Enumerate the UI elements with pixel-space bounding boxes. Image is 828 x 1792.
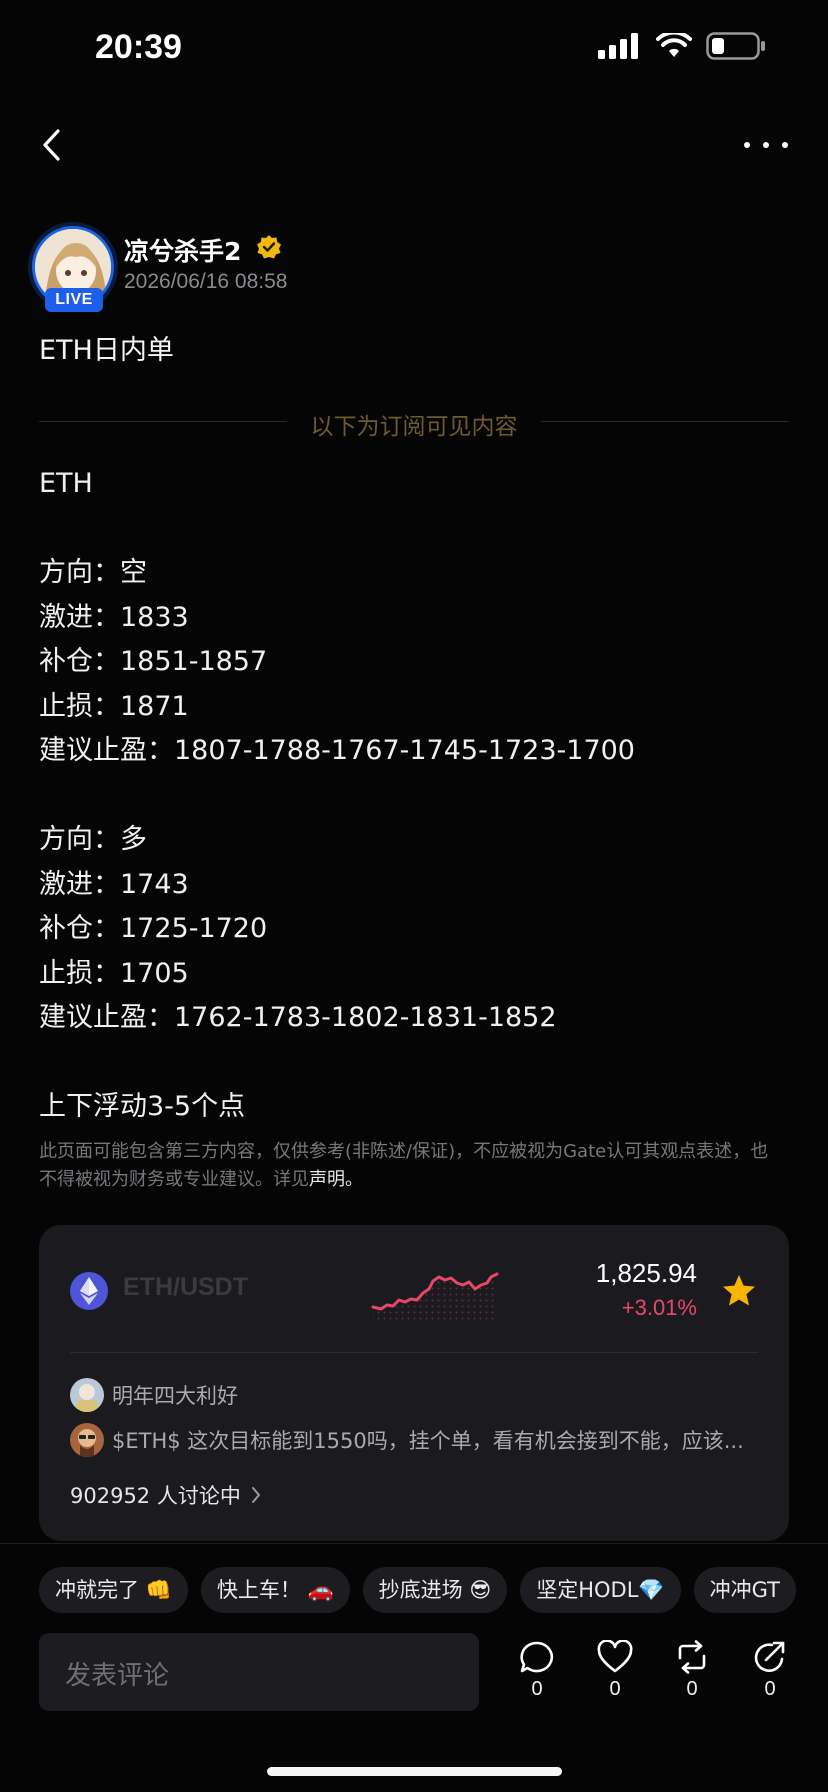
content-line: 上下浮动3-5个点: [39, 1091, 246, 1122]
comment-bubble-icon: [520, 1641, 554, 1673]
chevron-left-icon: [43, 129, 60, 161]
disclaimer-text: 此页面可能包含第三方内容，仅供参考(非陈述/保证)，不应被视为Gate认可其观点…: [39, 1141, 769, 1190]
wifi-icon: [656, 33, 692, 57]
content-line: 止损：1705: [39, 957, 189, 989]
quick-reply-chip[interactable]: 冲就完了 👊: [39, 1567, 188, 1613]
status-bar: 20:39: [0, 0, 828, 100]
content-line: 补仓：1725-1720: [39, 913, 268, 944]
repost-icon: [678, 1640, 706, 1674]
more-dot-icon: [744, 142, 750, 148]
user-avatar: [70, 1423, 104, 1457]
discussion-count: 902952 人讨论中: [70, 1484, 241, 1508]
quick-reply-chip[interactable]: 坚定HODL💎: [520, 1567, 681, 1613]
more-dot-icon: [763, 142, 769, 148]
more-options-button[interactable]: [744, 133, 788, 157]
discussion-user-row[interactable]: 明年四大利好: [70, 1378, 238, 1412]
quick-reply-chips: 冲就完了 👊 快上车！ 🚗 抄底进场 😎 坚定HODL💎 冲冲GT: [39, 1567, 828, 1613]
like-button[interactable]: 0: [590, 1640, 640, 1710]
share-icon: [754, 1641, 785, 1672]
repost-count: 0: [686, 1678, 698, 1700]
content-line: [39, 1041, 799, 1086]
status-time: 20:39: [95, 28, 182, 66]
content-line: [39, 507, 799, 552]
heart-icon: [597, 1640, 633, 1673]
post-timestamp: 2026/06/16 08:58: [124, 270, 288, 293]
back-button[interactable]: [36, 125, 66, 165]
chevron-right-icon: [251, 1487, 260, 1503]
eth-coin-icon: [70, 1272, 108, 1310]
price-change: +3.01%: [621, 1295, 697, 1320]
like-count: 0: [609, 1678, 621, 1700]
discussion-text: $ETH$ 这次目标能到1550吗，挂个单，看有机会接到不能，应该...: [112, 1429, 744, 1453]
quick-reply-chip[interactable]: 快上车！ 🚗: [200, 1567, 350, 1613]
comment-input[interactable]: 发表评论: [39, 1633, 479, 1711]
repost-button[interactable]: 0: [667, 1640, 717, 1710]
content-line: 补仓：1851-1857: [39, 646, 268, 677]
live-badge: LIVE: [45, 288, 103, 312]
content-line: 方向：多: [39, 824, 147, 855]
divider-line-right: [541, 421, 789, 422]
author-avatar[interactable]: LIVE: [28, 222, 118, 312]
home-indicator: [267, 1767, 562, 1776]
favorite-star-icon[interactable]: [721, 1273, 757, 1309]
quick-reply-chip[interactable]: 冲冲GT: [693, 1567, 796, 1613]
content-line: [39, 774, 799, 819]
content-line: 激进：1833: [39, 601, 189, 633]
author-name[interactable]: 凉兮杀手2: [124, 232, 241, 268]
signal-icon: [598, 33, 638, 59]
post-content: ETH 方向：空 激进：1833 补仓：1851-1857 止损：1871 建议…: [39, 462, 799, 1130]
price-sparkline: [371, 1272, 499, 1321]
disclaimer: 此页面可能包含第三方内容，仅供参考(非陈述/保证)，不应被视为Gate认可其观点…: [39, 1138, 779, 1194]
comment-button[interactable]: 0: [512, 1640, 562, 1710]
content-line: 方向：空: [39, 557, 147, 588]
market-card[interactable]: ETH/USDT 1,825.94 +3.01% 明年四大利好 $ETH$ 这次…: [39, 1225, 789, 1541]
post-title: ETH日内单: [39, 335, 174, 366]
user-avatar: [70, 1378, 104, 1412]
share-button[interactable]: 0: [745, 1640, 795, 1710]
verified-badge-icon: [257, 235, 281, 259]
discussion-count-link[interactable]: 902952 人讨论中: [70, 1480, 261, 1510]
battery-icon: [706, 32, 765, 60]
trading-pair: ETH/USDT: [123, 1273, 248, 1301]
share-count: 0: [764, 1678, 776, 1700]
comment-placeholder: 发表评论: [65, 1661, 170, 1691]
content-line: ETH: [39, 468, 93, 499]
subscription-divider: 以下为订阅可见内容: [39, 405, 789, 440]
content-line: 建议止盈：1807-1788-1767-1745-1723-1700: [39, 735, 635, 766]
comment-count: 0: [531, 1678, 543, 1700]
top-nav: [0, 115, 828, 175]
content-line: 激进：1743: [39, 868, 189, 900]
subscription-divider-text: 以下为订阅可见内容: [310, 414, 518, 440]
bottom-bar-divider: [0, 1543, 828, 1544]
price-value: 1,825.94: [595, 1258, 697, 1288]
content-line: 止损：1871: [39, 690, 189, 722]
disclaimer-link[interactable]: 声明。: [309, 1169, 363, 1190]
more-dot-icon: [782, 142, 788, 148]
card-divider: [70, 1352, 758, 1353]
discussion-post-row[interactable]: $ETH$ 这次目标能到1550吗，挂个单，看有机会接到不能，应该...: [70, 1423, 760, 1457]
status-icons: [598, 32, 766, 60]
discussion-username: 明年四大利好: [112, 1384, 238, 1408]
author-header: LIVE 凉兮杀手2 2026/06/16 08:58: [28, 222, 728, 312]
quick-reply-chip[interactable]: 抄底进场 😎: [362, 1567, 508, 1613]
content-line: 建议止盈：1762-1783-1802-1831-1852: [39, 1002, 557, 1033]
